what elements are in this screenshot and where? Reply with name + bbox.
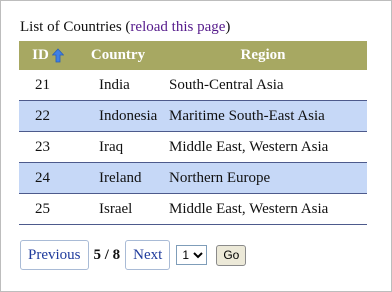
table-row: 23 Iraq Middle East, Western Asia [19, 131, 367, 163]
pagination-bar: Previous 5 / 8 Next 1 Go [20, 240, 247, 270]
table-header-row: ID Country Region [19, 41, 367, 70]
title-text: List of Countries [20, 19, 122, 35]
table-row: 22 Indonesia Maritime South-East Asia [19, 100, 367, 132]
cell-country: India [77, 70, 159, 101]
table-row: 24 Ireland Northern Europe [19, 162, 367, 194]
column-header-region[interactable]: Region [159, 41, 367, 70]
reload-link[interactable]: reload this page [130, 19, 225, 35]
next-button[interactable]: Next [125, 240, 171, 270]
cell-id: 24 [19, 162, 77, 194]
cell-country: Ireland [77, 162, 159, 194]
column-header-country[interactable]: Country [77, 41, 159, 70]
title-paren-close: ) [225, 19, 231, 35]
page-indicator: 5 / 8 [93, 246, 121, 263]
cell-region: Middle East, Western Asia [159, 193, 367, 225]
cell-country: Iraq [77, 131, 159, 163]
cell-region: South-Central Asia [159, 70, 367, 101]
cell-country: Israel [77, 193, 159, 225]
previous-button[interactable]: Previous [20, 240, 89, 270]
page-select[interactable]: 1 [176, 245, 208, 265]
column-header-label: Country [90, 47, 146, 63]
column-header-label: Region [240, 47, 286, 63]
table-row: 25 Israel Middle East, Western Asia [19, 193, 367, 225]
cell-region: Northern Europe [159, 162, 367, 194]
column-header-label: ID [32, 47, 49, 63]
cell-id: 22 [19, 100, 77, 132]
cell-id: 23 [19, 131, 77, 163]
cell-id: 21 [19, 70, 77, 101]
page-title: List of Countries (reload this page) [20, 18, 230, 36]
go-button[interactable]: Go [216, 244, 247, 266]
cell-region: Middle East, Western Asia [159, 131, 367, 163]
cell-country: Indonesia [77, 100, 159, 132]
sort-up-arrow-icon[interactable] [51, 48, 64, 63]
column-header-id[interactable]: ID [19, 41, 77, 70]
cell-region: Maritime South-East Asia [159, 100, 367, 132]
cell-id: 25 [19, 193, 77, 225]
table-row: 21 India South-Central Asia [19, 70, 367, 101]
countries-table: ID Country Region 21 India South-Central… [19, 41, 367, 225]
